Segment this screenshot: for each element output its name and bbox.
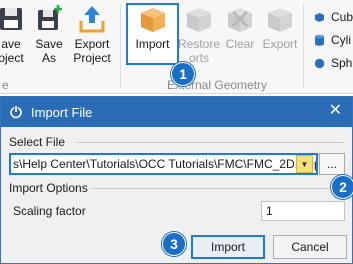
box-import-icon bbox=[140, 8, 165, 32]
floppy-disk-icon bbox=[0, 8, 22, 30]
save-project-label-1: ave bbox=[1, 37, 21, 51]
cube-icon bbox=[315, 12, 324, 22]
box-clear-icon bbox=[228, 8, 252, 32]
box-restore-icon bbox=[187, 8, 211, 32]
import-options-divider bbox=[91, 188, 343, 189]
callout-badge-2: 2 bbox=[331, 175, 353, 199]
select-file-divider bbox=[77, 142, 343, 143]
file-group-label: e bbox=[2, 78, 9, 92]
cube-label: Cub bbox=[331, 10, 353, 24]
save-project-label-2: oject bbox=[0, 51, 24, 65]
cylinder-label: Cyli bbox=[331, 33, 351, 47]
export-project-button[interactable]: Export Project bbox=[70, 4, 114, 65]
select-file-label: Select File bbox=[9, 135, 66, 149]
sphere-label: Sph bbox=[331, 56, 353, 70]
dialog-title: Import File bbox=[31, 104, 93, 120]
clear-label: Clear bbox=[225, 37, 255, 51]
browse-button[interactable]: ... bbox=[319, 153, 345, 175]
cylinder-icon bbox=[315, 34, 324, 46]
save-as-label-1: Save bbox=[35, 37, 63, 51]
restore-label-1: Restore bbox=[177, 37, 221, 51]
restore-label-2: orts bbox=[188, 51, 209, 65]
import-label: Import bbox=[135, 37, 170, 51]
export-label: Export bbox=[262, 37, 298, 51]
restore-button[interactable]: Restore orts bbox=[178, 4, 220, 65]
cancel-button[interactable]: Cancel bbox=[273, 235, 347, 259]
sphere-icon bbox=[314, 58, 325, 68]
dialog-titlebar: Import File ✕ bbox=[1, 97, 352, 127]
box-export-icon bbox=[268, 8, 292, 32]
save-project-button[interactable]: ave oject bbox=[0, 4, 28, 65]
callout-badge-1: 1 bbox=[171, 62, 195, 86]
export-arrow-icon bbox=[79, 6, 105, 33]
cylinder-shape-item[interactable]: Cyli bbox=[314, 33, 351, 47]
power-icon bbox=[10, 106, 22, 119]
callout-badge-3: 3 bbox=[162, 232, 186, 256]
export-project-label-2: Project bbox=[73, 51, 111, 65]
ribbon-separator bbox=[120, 4, 121, 88]
cube-shape-item[interactable]: Cub bbox=[314, 10, 353, 24]
close-icon[interactable]: ✕ bbox=[329, 103, 342, 119]
export-project-label-1: Export bbox=[74, 37, 110, 51]
import-dialog-button[interactable]: Import bbox=[191, 235, 265, 259]
floppy-disk-plus-icon bbox=[38, 5, 62, 30]
save-as-label-2: As bbox=[41, 51, 56, 65]
export-button[interactable]: Export bbox=[260, 4, 300, 51]
import-options-label: Import Options bbox=[9, 181, 88, 195]
save-as-button[interactable]: Save As bbox=[32, 4, 66, 65]
ribbon-separator bbox=[303, 4, 304, 88]
scaling-factor-label: Scaling factor bbox=[13, 204, 86, 218]
scaling-factor-input[interactable]: 1 bbox=[261, 201, 345, 221]
import-button[interactable]: Import bbox=[128, 4, 177, 51]
chevron-down-icon[interactable]: ▼ bbox=[296, 155, 313, 173]
file-path-input[interactable]: s\Help Center\Tutorials\OCC Tutorials\FM… bbox=[9, 153, 318, 175]
sphere-shape-item[interactable]: Sph bbox=[314, 56, 352, 70]
clear-button[interactable]: Clear bbox=[222, 4, 258, 51]
